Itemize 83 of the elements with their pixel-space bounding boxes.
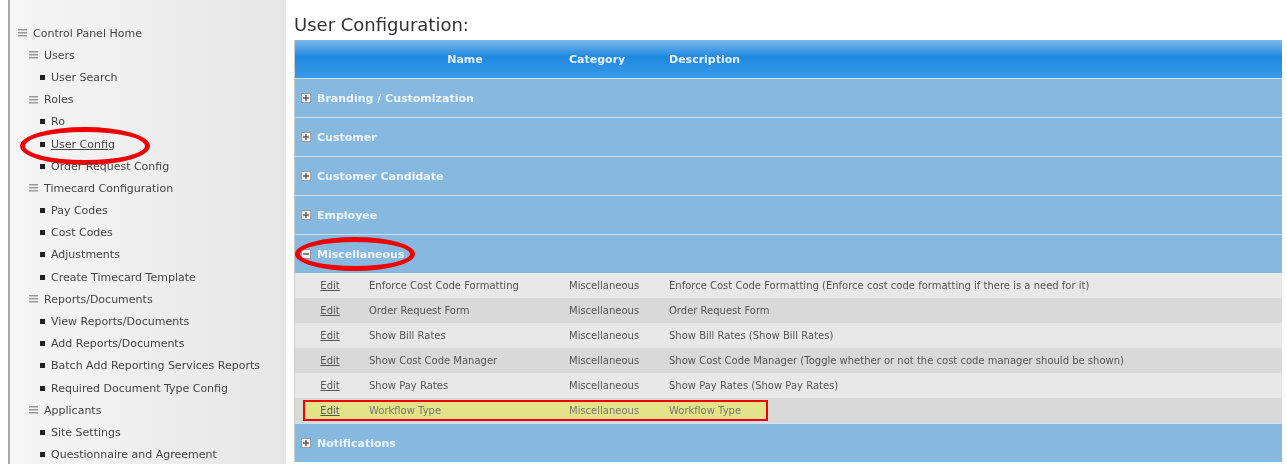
expand-icon[interactable] bbox=[301, 210, 311, 220]
group-label: Miscellaneous bbox=[317, 247, 405, 261]
sidebar-item[interactable]: Required Document Type Config bbox=[51, 381, 228, 395]
bullet-icon bbox=[40, 452, 45, 458]
sidebar-item[interactable]: Order Request Config bbox=[51, 159, 170, 173]
bullet-icon bbox=[40, 429, 45, 435]
group-label: Customer Candidate bbox=[317, 169, 444, 183]
edit-link[interactable]: Edit bbox=[320, 380, 340, 391]
bullet-icon bbox=[40, 252, 45, 258]
table-row[interactable]: Edit Workflow Type Miscellaneous Workflow Type bbox=[295, 398, 1282, 423]
table-cell-text: Order Request Form bbox=[368, 305, 471, 316]
sidebar-item[interactable]: User Search bbox=[51, 70, 118, 84]
expand-icon[interactable] bbox=[301, 132, 311, 142]
table-cell-text: Order Request Form bbox=[668, 305, 771, 316]
table-row[interactable]: Edit Show Pay Rates Miscellaneous Show Pay Rates (Show Pay Rates) bbox=[295, 373, 1282, 398]
table-cell-text: Enforce Cost Code Formatting (Enforce cost code formatting if there is a need for it) bbox=[668, 280, 1091, 291]
table-cell-text: Miscellaneous bbox=[568, 355, 641, 366]
bullet-icon bbox=[40, 163, 45, 169]
sidebar-item[interactable]: Applicants bbox=[44, 403, 102, 417]
group-label: Customer bbox=[317, 130, 377, 144]
edit-link[interactable]: Edit bbox=[320, 280, 340, 291]
expand-icon[interactable] bbox=[301, 93, 311, 103]
collapse-icon[interactable] bbox=[29, 295, 38, 304]
table-cell-text: Show Bill Rates (Show Bill Rates) bbox=[668, 330, 835, 341]
sidebar-item[interactable]: Questionnaire and Agreement bbox=[51, 448, 217, 462]
group-label: Branding / Customization bbox=[317, 91, 474, 105]
table-row[interactable]: Edit Show Bill Rates Miscellaneous Show Bill Rates (Show Bill Rates) bbox=[295, 323, 1282, 348]
collapse-icon[interactable] bbox=[29, 51, 38, 60]
sidebar-item[interactable]: Batch Add Reporting Services Reports bbox=[51, 359, 260, 373]
page-title: User Configuration: bbox=[294, 14, 470, 37]
bullet-icon bbox=[40, 141, 45, 147]
table-cell-text: Miscellaneous bbox=[568, 280, 641, 291]
sidebar-item[interactable]: Cost Codes bbox=[51, 226, 113, 240]
bullet-icon bbox=[40, 363, 45, 369]
sidebar-item[interactable]: Create Timecard Template bbox=[51, 270, 196, 284]
table-cell-text: Enforce Cost Code Formatting bbox=[368, 280, 520, 291]
sidebar-item[interactable]: Adjustments bbox=[51, 248, 120, 262]
edit-link[interactable]: Edit bbox=[320, 405, 340, 416]
bullet-icon bbox=[40, 119, 45, 125]
bullet-icon bbox=[40, 319, 45, 325]
table-cell-text: Show Bill Rates bbox=[368, 330, 447, 341]
edit-link[interactable]: Edit bbox=[320, 355, 340, 366]
expand-icon[interactable] bbox=[301, 438, 311, 448]
bullet-icon bbox=[40, 208, 45, 214]
sidebar-item[interactable]: Ro bbox=[51, 115, 65, 129]
edit-link[interactable]: Edit bbox=[320, 305, 340, 316]
collapse-icon[interactable] bbox=[29, 184, 38, 193]
table-cell-text: Show Pay Rates (Show Pay Rates) bbox=[668, 380, 840, 391]
table-cell-text: Miscellaneous bbox=[568, 380, 641, 391]
group-label: Employee bbox=[317, 208, 378, 222]
table-cell-text: Workflow Type bbox=[368, 405, 443, 416]
bullet-icon bbox=[40, 74, 45, 80]
table-row[interactable]: Edit Order Request Form Miscellaneous Order Request Form bbox=[295, 298, 1282, 323]
table-cell-text: Show Cost Code Manager bbox=[368, 355, 499, 366]
sidebar-item[interactable]: Pay Codes bbox=[51, 204, 108, 218]
collapse-icon[interactable] bbox=[29, 406, 38, 415]
sidebar-item[interactable]: Users bbox=[44, 48, 75, 62]
table-row[interactable]: Edit Show Cost Code Manager Miscellaneous Show Cost Code Manager (Toggle whether or not the cost code manager should be shown) bbox=[295, 348, 1282, 373]
sidebar-item[interactable]: Site Settings bbox=[51, 425, 121, 439]
bullet-icon bbox=[40, 274, 45, 280]
edit-link[interactable]: Edit bbox=[320, 330, 340, 341]
sidebar-item[interactable]: Add Reports/Documents bbox=[51, 337, 185, 351]
table-cell-text: Show Pay Rates bbox=[368, 380, 450, 391]
sidebar-item[interactable]: Reports/Documents bbox=[44, 292, 153, 306]
collapse-icon[interactable] bbox=[18, 29, 27, 38]
sidebar-item[interactable]: Timecard Configuration bbox=[44, 181, 174, 195]
table-cell-text: Workflow Type bbox=[668, 405, 743, 416]
expand-icon[interactable] bbox=[301, 171, 311, 181]
table-cell-text: Miscellaneous bbox=[568, 330, 641, 341]
bullet-icon bbox=[40, 385, 45, 391]
table-cell-text: Show Cost Code Manager (Toggle whether or not the cost code manager should be shown) bbox=[668, 355, 1125, 366]
table-cell-text: Miscellaneous bbox=[568, 405, 641, 416]
bullet-icon bbox=[40, 230, 45, 236]
table-row[interactable]: Edit Enforce Cost Code Formatting Miscellaneous Enforce Cost Code Formatting (Enforce cost code formatting if there is a need for it) bbox=[295, 273, 1282, 298]
sidebar-item[interactable]: Control Panel Home bbox=[33, 26, 142, 40]
group-label: Notifications bbox=[317, 436, 396, 450]
collapse-icon[interactable] bbox=[301, 249, 311, 259]
collapse-icon[interactable] bbox=[29, 95, 38, 104]
sidebar-item[interactable]: View Reports/Documents bbox=[51, 315, 190, 329]
sidebar-link[interactable]: User Config bbox=[51, 137, 115, 151]
bullet-icon bbox=[40, 341, 45, 347]
sidebar-item[interactable]: Roles bbox=[44, 93, 74, 107]
table-cell-text: Miscellaneous bbox=[568, 305, 641, 316]
